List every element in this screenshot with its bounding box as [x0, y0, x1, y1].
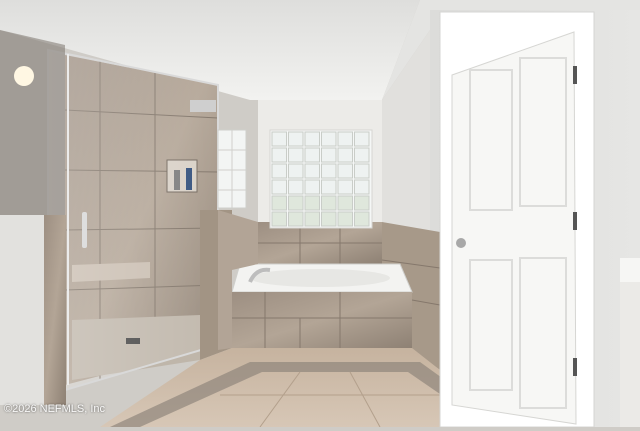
glass-block [321, 179, 337, 195]
door [439, 11, 595, 428]
glass-block [304, 147, 320, 163]
glass-block [304, 195, 320, 211]
glass-block [337, 179, 353, 195]
glass-block [288, 195, 304, 211]
glass-block [337, 131, 353, 147]
glass-block [288, 179, 304, 195]
glass-block [337, 147, 353, 163]
glass-block [288, 147, 304, 163]
shower-door-handle [82, 212, 87, 248]
glass-block [304, 211, 320, 227]
watermark: ©2026 NEFMLS, Inc [4, 403, 106, 415]
glass-block [288, 131, 304, 147]
ceiling-light [14, 66, 34, 86]
glass-block [354, 163, 370, 179]
glass-block [321, 163, 337, 179]
glass-block [354, 195, 370, 211]
glass-block [321, 131, 337, 147]
glass-block [354, 211, 370, 227]
glass-block [321, 147, 337, 163]
glass-block [337, 163, 353, 179]
glass-block [354, 147, 370, 163]
glass-block [288, 211, 304, 227]
glass-block [304, 179, 320, 195]
glass-block [354, 179, 370, 195]
glass-block [271, 163, 287, 179]
glass-block [271, 179, 287, 195]
glass-block [321, 195, 337, 211]
shower-enclosure [47, 48, 219, 397]
glass-block [304, 163, 320, 179]
glass-block [354, 131, 370, 147]
bathroom-photo [0, 0, 640, 428]
glass-block [271, 211, 287, 227]
glass-block [337, 195, 353, 211]
glass-block [321, 211, 337, 227]
glass-block [288, 163, 304, 179]
door-knob [456, 238, 466, 248]
glass-block [304, 131, 320, 147]
glass-block [337, 211, 353, 227]
glass-block [271, 147, 287, 163]
glass-block-window [269, 129, 373, 229]
bathtub [231, 263, 413, 348]
glass-block [271, 131, 287, 147]
glass-block [271, 195, 287, 211]
